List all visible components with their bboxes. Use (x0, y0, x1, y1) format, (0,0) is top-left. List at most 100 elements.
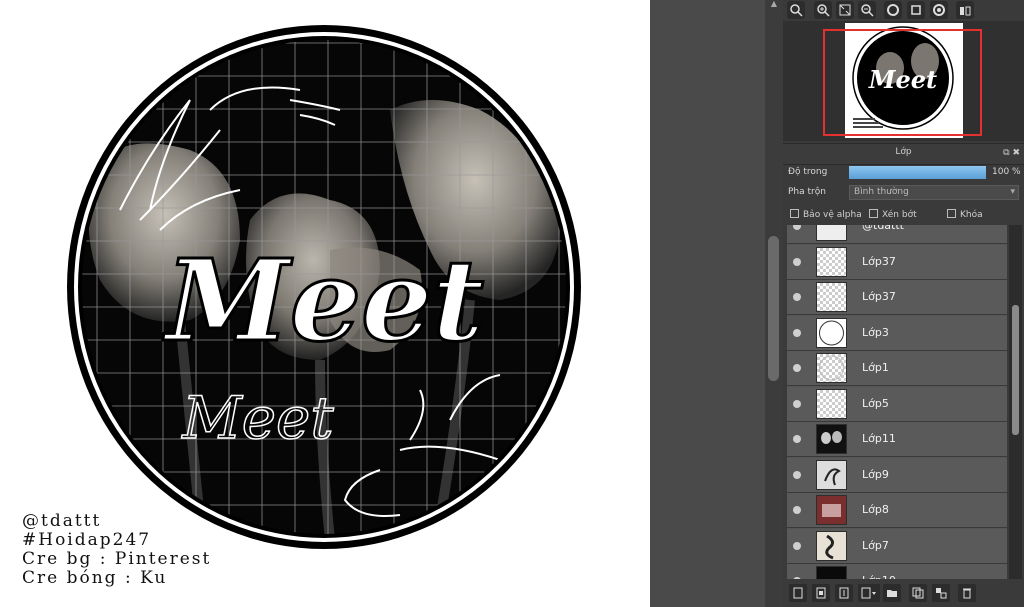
layer-thumbnail (816, 388, 847, 419)
layer-name: Lớp8 (862, 503, 889, 516)
layer-thumbnail (816, 530, 847, 561)
layer-thumbnail (816, 246, 847, 277)
visibility-eye-icon[interactable] (793, 470, 801, 479)
layer-name: Lớp7 (862, 538, 889, 552)
blend-row: Pha trộn Bình thường ▾ (783, 183, 1024, 203)
opacity-label: Độ trong (788, 167, 828, 177)
lock-checkbox[interactable]: Khóa (947, 209, 983, 220)
layer-list-scrollbar[interactable] (1009, 225, 1022, 579)
copy-layer-icon[interactable] (909, 584, 927, 602)
zoom-in-icon[interactable] (814, 1, 832, 19)
layer-thumbnail (816, 282, 847, 312)
actual-size-icon[interactable] (907, 1, 925, 19)
layer-row[interactable]: Lớp1 (787, 351, 1007, 386)
blend-label: Pha trộn (788, 187, 826, 197)
layer-thumbnail (816, 459, 847, 490)
credit-line: @tdattt (22, 511, 102, 531)
scroll-up-arrow-icon[interactable]: ▲ (769, 0, 779, 8)
visibility-eye-icon[interactable] (793, 225, 801, 230)
visibility-eye-icon[interactable] (793, 435, 801, 443)
visibility-eye-icon[interactable] (793, 364, 801, 372)
folder-icon[interactable] (883, 584, 901, 602)
layer-row[interactable]: Lớp37 (787, 244, 1007, 280)
close-icon[interactable]: ✖ (1012, 148, 1020, 158)
layer-list-scrollbar-thumb[interactable] (1012, 305, 1019, 435)
navigator-preview[interactable]: Meet (783, 21, 1024, 141)
layer-options-row: Bảo vệ alpha Xén bớt Khóa (783, 205, 1024, 225)
navigator-view-rect[interactable] (823, 29, 982, 136)
layer-row[interactable]: Lớp3 (787, 315, 1007, 351)
layer-thumbnail (816, 566, 847, 579)
credit-line: #Hoidap247 (22, 530, 152, 550)
right-panel: Meet Lớp ⧉ ✖ Độ trong 100 % Pha trộn Bìn… (783, 0, 1024, 607)
visibility-eye-icon[interactable] (793, 257, 801, 266)
visibility-eye-icon[interactable] (793, 506, 801, 514)
duplicate-icon[interactable] (835, 584, 853, 602)
layer-row[interactable]: Lớp11 (787, 422, 1007, 457)
new-layer-icon[interactable] (789, 584, 807, 602)
layer-thumbnail (816, 353, 847, 383)
chevron-down-icon: ▾ (1010, 187, 1015, 197)
layer-name: Lớp37 (862, 290, 896, 303)
visibility-eye-icon[interactable] (793, 577, 801, 579)
layer-thumbnail (816, 317, 847, 348)
credits-text: @tdattt #Hoidap247 Cre bg : Pinterest Cr… (22, 512, 211, 588)
layer-list[interactable]: @tdattt Lớp37 Lớp37 Lớp3 Lớp1 Lớp5 Lớp11 Lớp9 Lớ… (787, 225, 1007, 579)
opacity-slider[interactable] (849, 166, 986, 179)
layer-row[interactable]: Lớp9 (787, 457, 1007, 493)
flip-icon[interactable] (956, 1, 974, 19)
opacity-row: Độ trong 100 % (783, 163, 1024, 183)
zoom-out-icon[interactable] (858, 1, 876, 19)
layer-bottom-toolbar (783, 581, 1024, 607)
blend-mode-select[interactable]: Bình thường ▾ (849, 185, 1019, 200)
layer-row[interactable]: @tdattt (787, 225, 1007, 244)
layer-row[interactable]: Lớp8 (787, 493, 1007, 528)
visibility-eye-icon[interactable] (793, 399, 801, 408)
layer-name: Lớp9 (862, 467, 889, 481)
layer-thumbnail (816, 424, 847, 454)
layer-name: Lớp11 (862, 432, 896, 445)
fit-screen-icon[interactable] (836, 1, 854, 19)
layer-panel-header: Lớp ⧉ ✖ (783, 143, 1024, 165)
visibility-eye-icon[interactable] (793, 541, 801, 550)
new-page-icon[interactable] (812, 584, 830, 602)
blend-mode-value: Bình thường (854, 187, 909, 197)
layer-name: @tdattt (862, 225, 904, 232)
layer-name: Lớp5 (862, 396, 889, 410)
layer-row[interactable]: Lớp37 (787, 280, 1007, 315)
zoom-fit-icon[interactable] (787, 1, 805, 19)
layer-row[interactable]: Lớp7 (787, 528, 1007, 564)
layer-panel-title: Lớp (895, 147, 912, 157)
add-layer-menu-icon[interactable] (858, 584, 880, 602)
merge-icon[interactable] (932, 584, 950, 602)
delete-icon[interactable] (958, 584, 976, 602)
layer-name: Lớp37 (862, 254, 896, 268)
checkbox-label: Khóa (960, 210, 983, 220)
clipping-checkbox[interactable]: Xén bớt (869, 209, 917, 220)
drawing-canvas[interactable]: Meet Meet @tdattt #Hoidap247 Cre bg : Pi… (0, 0, 650, 607)
layer-thumbnail (816, 495, 847, 525)
canvas-scrollbar[interactable]: ▲ (765, 0, 783, 607)
layer-row[interactable]: Lớp10 (787, 564, 1007, 579)
credit-line: Cre bóng : Ku (22, 568, 168, 588)
layer-row[interactable]: Lớp5 (787, 386, 1007, 422)
credit-line: Cre bg : Pinterest (22, 549, 212, 569)
visibility-eye-icon[interactable] (793, 328, 801, 337)
layer-name: Lớp1 (862, 361, 889, 374)
expand-icon[interactable]: ⧉ (1003, 148, 1009, 158)
layer-name: Lớp3 (862, 325, 889, 339)
meet-main-text: Meet (162, 236, 484, 367)
checkbox-label: Bảo vệ alpha (803, 210, 862, 220)
meet-sub-text: Meet (181, 384, 334, 452)
rotate-left-icon[interactable] (884, 1, 902, 19)
canvas-scrollbar-thumb[interactable] (768, 236, 779, 381)
opacity-value: 100 % (992, 167, 1021, 177)
workspace-gutter (650, 0, 765, 607)
checkbox-label: Xén bớt (882, 210, 917, 220)
rotate-right-icon[interactable] (930, 1, 948, 19)
layer-thumbnail (816, 225, 847, 241)
visibility-eye-icon[interactable] (793, 293, 801, 301)
layer-name: Lớp10 (862, 574, 896, 579)
opacity-slider-fill (849, 166, 986, 179)
protect-alpha-checkbox[interactable]: Bảo vệ alpha (790, 209, 862, 220)
